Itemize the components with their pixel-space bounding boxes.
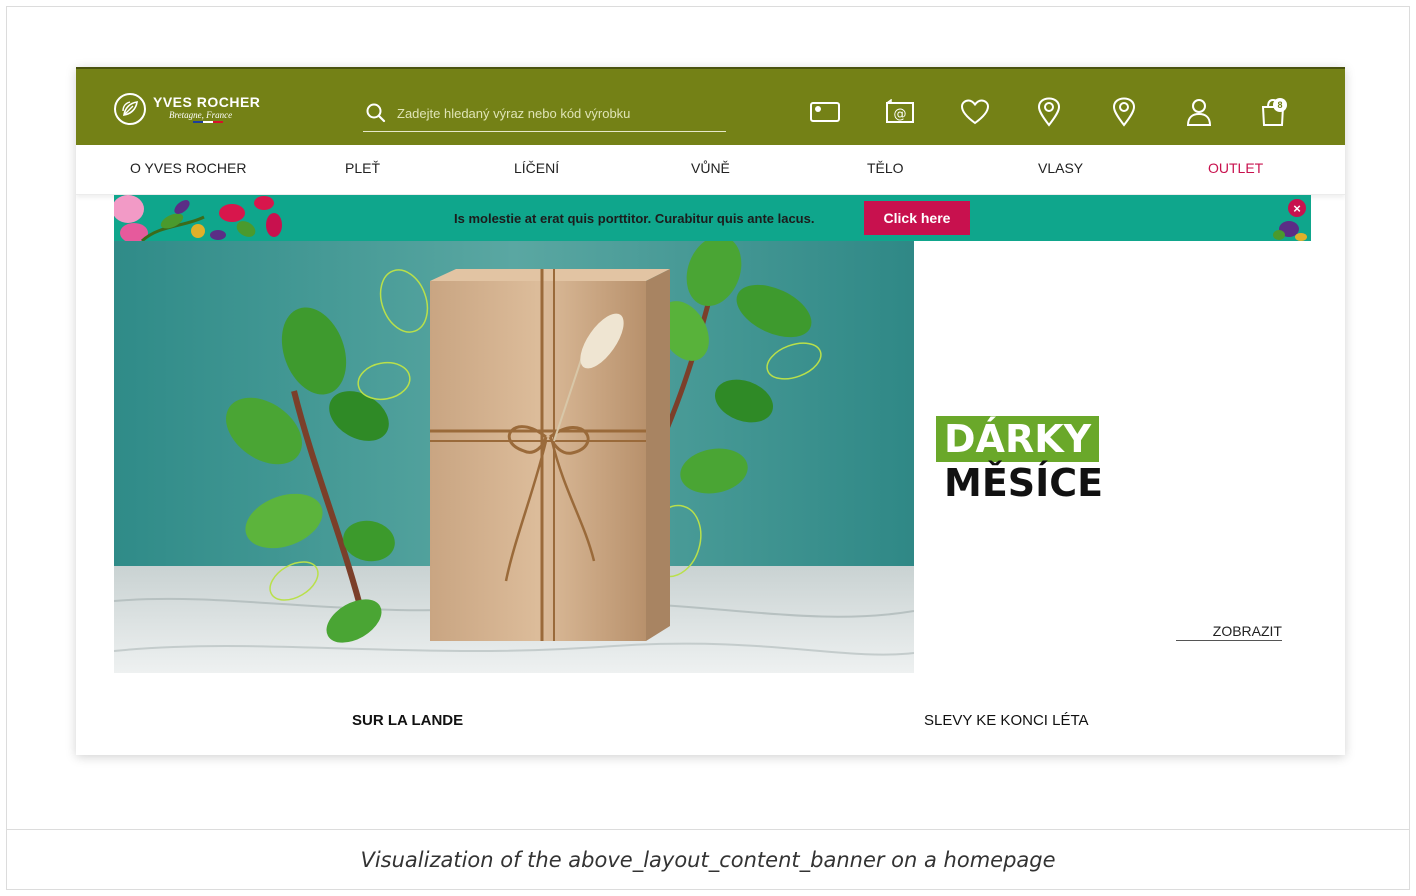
store-locator-icon[interactable]: [1032, 95, 1066, 129]
hero-title: DÁRKY MĚSÍCE: [936, 416, 1103, 504]
tab-slevy-ke-konci-leta[interactable]: SLEVY KE KONCI LÉTA: [924, 712, 1089, 729]
nav-item-plet[interactable]: PLEŤ: [345, 145, 380, 191]
figure-caption: Visualization of the above_layout_conten…: [360, 848, 1056, 872]
logo-tagline: Bretagne, France: [169, 110, 233, 120]
nav-item-telo[interactable]: TĚLO: [867, 145, 904, 191]
nav-item-o-yves-rocher[interactable]: O YVES ROCHER: [130, 145, 246, 191]
nav-item-liceni[interactable]: LÍČENÍ: [514, 145, 559, 191]
account-icon[interactable]: [1182, 95, 1216, 129]
leaf-logo-icon: [114, 93, 146, 125]
svg-text:@: @: [894, 107, 907, 122]
nav-item-vune[interactable]: VŮNĚ: [691, 145, 730, 191]
location-icon[interactable]: [1107, 95, 1141, 129]
nav-item-vlasy[interactable]: VLASY: [1038, 145, 1083, 191]
zobrazit-link[interactable]: ZOBRAZIT: [1176, 623, 1282, 641]
hero-title-line-2: MĚSÍCE: [944, 461, 1104, 505]
click-here-button[interactable]: Click here: [864, 201, 970, 235]
wishlist-icon[interactable]: [958, 95, 992, 129]
nav-item-outlet[interactable]: OUTLET: [1208, 145, 1263, 191]
newsletter-icon[interactable]: @: [883, 95, 917, 129]
floral-decoration-left: [114, 195, 282, 241]
search-icon[interactable]: [365, 102, 387, 124]
brand-logo[interactable]: YVES ROCHER Bretagne, France: [114, 93, 260, 125]
homepage: YVES ROCHER Bretagne, France Zadejte hle…: [76, 67, 1345, 755]
french-flag-icon: [193, 121, 260, 123]
hero-title-line-1: DÁRKY: [936, 416, 1100, 462]
promo-message: Is molestie at erat quis porttitor. Cura…: [454, 210, 815, 226]
cart-count-badge: 8: [1273, 98, 1287, 112]
site-header: YVES ROCHER Bretagne, France Zadejte hle…: [76, 67, 1345, 145]
hero-image[interactable]: [114, 241, 914, 673]
logo-name: YVES ROCHER: [153, 94, 261, 110]
search-bar: [363, 95, 726, 132]
close-icon[interactable]: ×: [1288, 199, 1306, 217]
main-navigation: O YVES ROCHER PLEŤ LÍČENÍ VŮNĚ TĚLO VLAS…: [76, 145, 1345, 195]
search-input[interactable]: [397, 100, 717, 126]
gift-card-icon[interactable]: [808, 95, 842, 129]
cart-icon[interactable]: 8: [1256, 95, 1290, 129]
tab-sur-la-lande[interactable]: SUR LA LANDE: [352, 712, 463, 729]
above-layout-content-banner: Is molestie at erat quis porttitor. Cura…: [114, 195, 1311, 241]
